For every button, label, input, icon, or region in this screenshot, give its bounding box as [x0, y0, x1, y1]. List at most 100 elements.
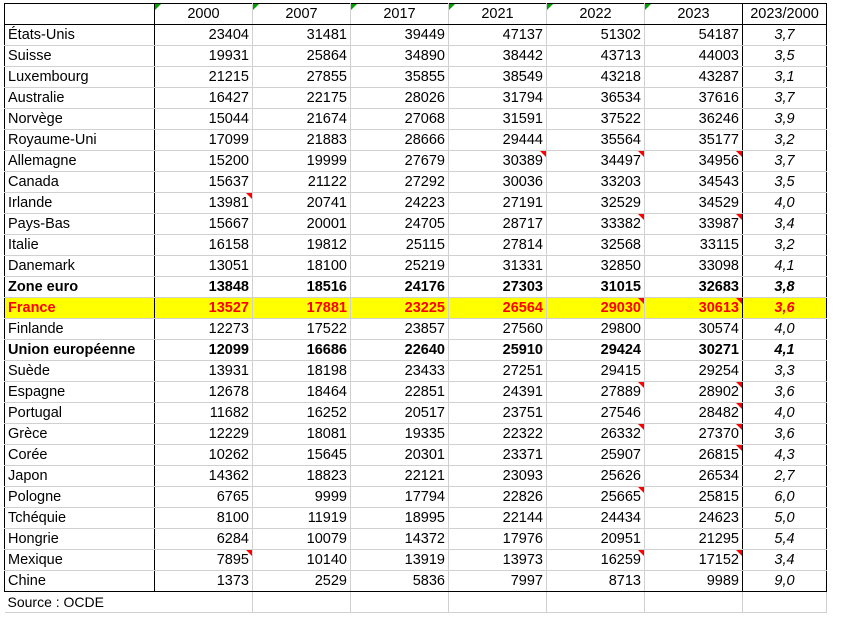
country-cell[interactable]: Suisse [4, 45, 155, 67]
value-cell[interactable]: 7895 [154, 549, 253, 571]
value-cell[interactable]: 26564 [448, 297, 547, 319]
country-cell[interactable]: Union européenne [4, 339, 155, 361]
value-cell[interactable]: 17522 [252, 318, 351, 340]
value-cell[interactable]: 20517 [350, 402, 449, 424]
empty-cell[interactable] [350, 591, 449, 613]
header-cell-2023[interactable]: 2023 [644, 3, 743, 25]
country-cell[interactable]: Finlande [4, 318, 155, 340]
value-cell[interactable]: 32529 [546, 192, 645, 214]
value-cell[interactable]: 30036 [448, 171, 547, 193]
value-cell[interactable]: 21883 [252, 129, 351, 151]
comment-indicator-icon[interactable] [638, 487, 644, 493]
value-cell[interactable]: 30574 [644, 318, 743, 340]
value-cell[interactable]: 28902 [644, 381, 743, 403]
source-note[interactable]: Source : OCDE [4, 591, 155, 613]
value-cell[interactable]: 25115 [350, 234, 449, 256]
value-cell[interactable]: 13931 [154, 360, 253, 382]
value-cell[interactable]: 23433 [350, 360, 449, 382]
value-cell[interactable]: 54187 [644, 24, 743, 46]
comment-indicator-icon[interactable] [736, 424, 742, 430]
value-cell[interactable]: 9989 [644, 570, 743, 592]
value-cell[interactable]: 38442 [448, 45, 547, 67]
country-cell[interactable]: Mexique [4, 549, 155, 571]
value-cell[interactable]: 33098 [644, 255, 743, 277]
value-cell[interactable]: 13973 [448, 549, 547, 571]
ratio-cell[interactable]: 3,8 [742, 276, 827, 298]
comment-indicator-icon[interactable] [736, 151, 742, 157]
value-cell[interactable]: 31015 [546, 276, 645, 298]
value-cell[interactable]: 18995 [350, 507, 449, 529]
comment-indicator-icon[interactable] [736, 550, 742, 556]
ratio-cell[interactable]: 9,0 [742, 570, 827, 592]
value-cell[interactable]: 30271 [644, 339, 743, 361]
value-cell[interactable]: 21295 [644, 528, 743, 550]
value-cell[interactable]: 1373 [154, 570, 253, 592]
value-cell[interactable]: 16686 [252, 339, 351, 361]
empty-cell[interactable] [448, 591, 547, 613]
country-cell[interactable]: Irlande [4, 192, 155, 214]
value-cell[interactable]: 22851 [350, 381, 449, 403]
value-cell[interactable]: 18081 [252, 423, 351, 445]
value-cell[interactable]: 16158 [154, 234, 253, 256]
value-cell[interactable]: 17099 [154, 129, 253, 151]
value-cell[interactable]: 13981 [154, 192, 253, 214]
value-cell[interactable]: 24223 [350, 192, 449, 214]
value-cell[interactable]: 30389 [448, 150, 547, 172]
empty-cell[interactable] [154, 591, 253, 613]
value-cell[interactable]: 16252 [252, 402, 351, 424]
value-cell[interactable]: 13527 [154, 297, 253, 319]
header-cell-2021[interactable]: 2021 [448, 3, 547, 25]
value-cell[interactable]: 29254 [644, 360, 743, 382]
value-cell[interactable]: 14372 [350, 528, 449, 550]
value-cell[interactable]: 8100 [154, 507, 253, 529]
header-cell-label[interactable] [4, 3, 155, 25]
empty-cell[interactable] [546, 591, 645, 613]
ratio-cell[interactable]: 3,4 [742, 213, 827, 235]
value-cell[interactable]: 35564 [546, 129, 645, 151]
value-cell[interactable]: 15637 [154, 171, 253, 193]
value-cell[interactable]: 28026 [350, 87, 449, 109]
country-cell[interactable]: Norvège [4, 108, 155, 130]
value-cell[interactable]: 20301 [350, 444, 449, 466]
comment-indicator-icon[interactable] [736, 382, 742, 388]
value-cell[interactable]: 18464 [252, 381, 351, 403]
value-cell[interactable]: 27191 [448, 192, 547, 214]
value-cell[interactable]: 25910 [448, 339, 547, 361]
value-cell[interactable]: 27251 [448, 360, 547, 382]
header-cell-ratio[interactable]: 2023/2000 [742, 3, 827, 25]
value-cell[interactable]: 17152 [644, 549, 743, 571]
comment-indicator-icon[interactable] [638, 550, 644, 556]
value-cell[interactable]: 27370 [644, 423, 743, 445]
value-cell[interactable]: 10079 [252, 528, 351, 550]
ratio-cell[interactable]: 2,7 [742, 465, 827, 487]
value-cell[interactable]: 31794 [448, 87, 547, 109]
value-cell[interactable]: 33382 [546, 213, 645, 235]
value-cell[interactable]: 28482 [644, 402, 743, 424]
value-cell[interactable]: 25626 [546, 465, 645, 487]
value-cell[interactable]: 25665 [546, 486, 645, 508]
ratio-cell[interactable]: 3,3 [742, 360, 827, 382]
empty-cell[interactable] [252, 591, 351, 613]
ratio-cell[interactable]: 3,2 [742, 129, 827, 151]
value-cell[interactable]: 31591 [448, 108, 547, 130]
country-cell[interactable]: Luxembourg [4, 66, 155, 88]
value-cell[interactable]: 28666 [350, 129, 449, 151]
value-cell[interactable]: 18516 [252, 276, 351, 298]
value-cell[interactable]: 25219 [350, 255, 449, 277]
comment-indicator-icon[interactable] [540, 151, 546, 157]
value-cell[interactable]: 2529 [252, 570, 351, 592]
country-cell[interactable]: Pays-Bas [4, 213, 155, 235]
value-cell[interactable]: 8713 [546, 570, 645, 592]
country-cell[interactable]: Hongrie [4, 528, 155, 550]
value-cell[interactable]: 11682 [154, 402, 253, 424]
value-cell[interactable]: 27679 [350, 150, 449, 172]
value-cell[interactable]: 30613 [644, 297, 743, 319]
value-cell[interactable]: 19931 [154, 45, 253, 67]
ratio-cell[interactable]: 3,7 [742, 150, 827, 172]
value-cell[interactable]: 22175 [252, 87, 351, 109]
value-cell[interactable]: 13848 [154, 276, 253, 298]
ratio-cell[interactable]: 3,7 [742, 24, 827, 46]
value-cell[interactable]: 31331 [448, 255, 547, 277]
country-cell[interactable]: Corée [4, 444, 155, 466]
value-cell[interactable]: 23751 [448, 402, 547, 424]
